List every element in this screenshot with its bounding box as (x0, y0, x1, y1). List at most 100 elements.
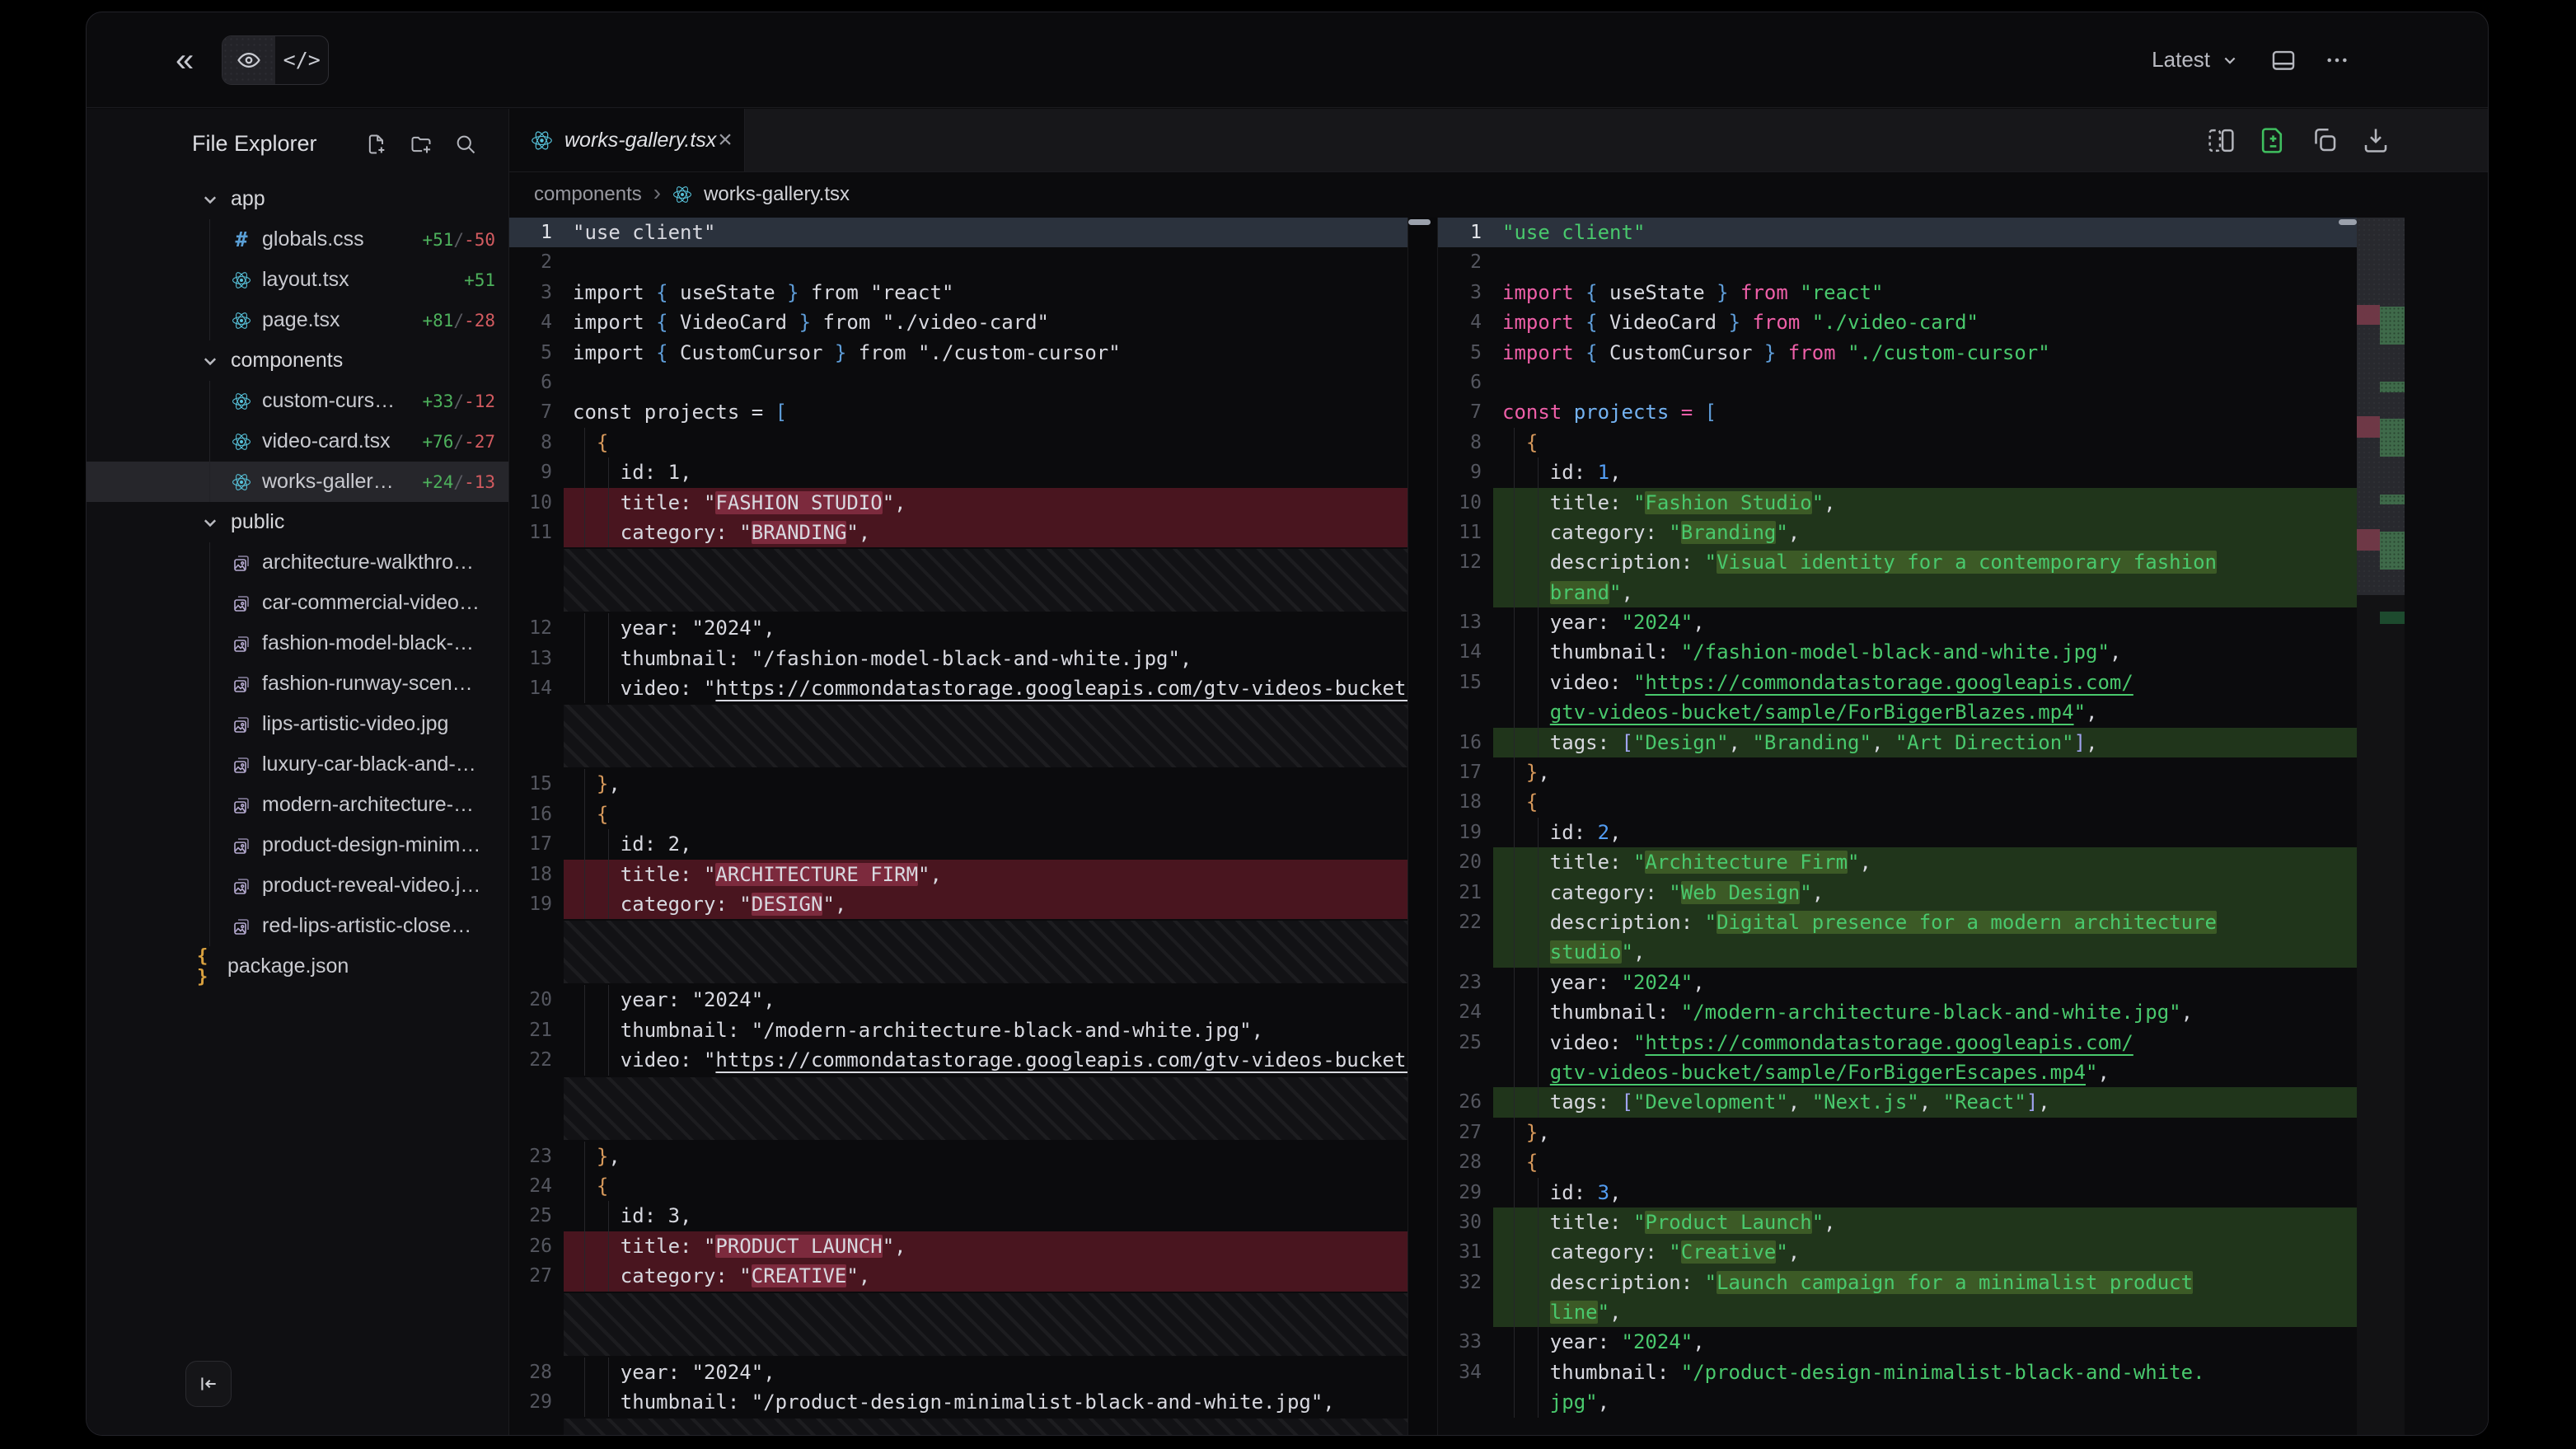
diff-pane-original[interactable]: 1"use client"2 3import { useState } from… (509, 218, 1407, 1435)
diff-filler (564, 1077, 1407, 1140)
file-item-works-galler[interactable]: works-galler…+24/-13 (87, 462, 508, 502)
braces-icon: { } (197, 957, 217, 977)
file-item-custom-curs[interactable]: custom-curs… +33/-12 (87, 381, 508, 421)
line-number (1438, 1387, 1493, 1417)
file-item-luxury-car-black-and-[interactable]: luxury-car-black-and-… (87, 744, 508, 785)
more-menu-button[interactable] (2324, 47, 2350, 73)
content-row: File Explorer app#globals.css+51/-50layo… (87, 109, 2488, 1435)
file-item-video-card.tsx[interactable]: video-card.tsx +76/-27 (87, 421, 508, 462)
editor-toolbar (2206, 109, 2488, 171)
folder-item-public[interactable]: public (87, 502, 508, 542)
tab-works-gallery[interactable]: works-gallery.tsx × (509, 109, 745, 171)
diff-stats: +51 (464, 270, 508, 290)
code-line: 23 year: "2024", (1438, 968, 2357, 997)
diff-view-button[interactable] (2258, 125, 2288, 156)
file-item-layout.tsx[interactable]: layout.tsx+51 (87, 260, 508, 300)
code-toggle-button[interactable]: </> (275, 36, 328, 84)
version-label: Latest (2152, 47, 2210, 73)
diff-stats: +33/-12 (422, 392, 508, 411)
diff-deletion-mark (2357, 416, 2380, 438)
chevron-right-icon: › (653, 181, 661, 204)
line-number: 12 (1438, 547, 1493, 577)
diff-overview-ruler[interactable] (2357, 218, 2405, 1435)
code-line: 6 (1438, 368, 2357, 397)
file-item-red-lips-artistic-close[interactable]: red-lips-artistic-close… (87, 906, 508, 946)
code-line: 22 description: "Digital presence for a … (1438, 907, 2357, 937)
code-line: 11 category: "BRANDING", (509, 518, 1407, 547)
image-icon (232, 553, 251, 573)
react-icon (232, 270, 251, 290)
close-tab-button[interactable]: × (716, 128, 734, 152)
line-number: 4 (509, 307, 564, 337)
file-item-car-commercial-video[interactable]: car-commercial-video… (87, 583, 508, 623)
split-view-button[interactable] (2206, 125, 2236, 156)
diff-pane-modified[interactable]: 1"use client"2 3import { useState } from… (1438, 218, 2357, 1435)
diff-addition-mark (2380, 532, 2405, 570)
file-item-modern-architecture-[interactable]: modern-architecture-… (87, 785, 508, 825)
line-number: 25 (1438, 1028, 1493, 1057)
breadcrumb-folder[interactable]: components (534, 183, 642, 206)
file-label: architecture-walkthro… (262, 551, 474, 574)
line-number: 8 (1438, 428, 1493, 457)
version-dropdown[interactable]: Latest (2147, 46, 2243, 73)
new-folder-button[interactable] (410, 133, 433, 156)
folder-item-components[interactable]: components (87, 340, 508, 381)
line-number: 2 (509, 247, 564, 277)
diff-stats: +76/-27 (422, 432, 508, 452)
panel-bottom-button[interactable] (2269, 46, 2297, 74)
line-number: 17 (509, 829, 564, 859)
line-number: 6 (1438, 368, 1493, 397)
code-line: 18 title: "ARCHITECTURE FIRM", (509, 860, 1407, 889)
line-number: 6 (509, 368, 564, 397)
line-number (1438, 937, 1493, 967)
line-number: 16 (1438, 728, 1493, 757)
pane-divider[interactable] (1407, 218, 1438, 1435)
preview-toggle-button[interactable] (222, 36, 275, 84)
file-item-page.tsx[interactable]: page.tsx+81/-28 (87, 300, 508, 340)
file-label: product-reveal-video.j… (262, 874, 480, 898)
line-number: 7 (509, 397, 564, 427)
line-number: 11 (1438, 518, 1493, 547)
folder-item-app[interactable]: app (87, 179, 508, 219)
file-label: product-design-minim… (262, 833, 480, 857)
image-icon (232, 593, 251, 613)
collapse-sidebar-button[interactable] (185, 1361, 232, 1407)
file-label: video-card.tsx (262, 429, 391, 453)
file-item-fashion-runway-scen[interactable]: fashion-runway-scen… (87, 664, 508, 704)
horizontal-scrollbar-left[interactable] (1408, 219, 1431, 225)
file-label: fashion-model-black-… (262, 631, 474, 655)
file-item-package.json[interactable]: { }package.json (87, 946, 508, 987)
new-file-button[interactable] (365, 133, 388, 156)
file-item-globals.css[interactable]: #globals.css+51/-50 (87, 219, 508, 260)
code-line: 3import { useState } from "react" (509, 278, 1407, 307)
search-files-button[interactable] (454, 133, 477, 156)
download-button[interactable] (2361, 125, 2391, 155)
file-item-product-design-minim[interactable]: product-design-minim… (87, 825, 508, 865)
image-icon (232, 755, 251, 775)
file-label: page.tsx (262, 308, 340, 332)
code-line: 4import { VideoCard } from "./video-card… (1438, 307, 2357, 337)
file-item-product-reveal-video.j[interactable]: product-reveal-video.j… (87, 865, 508, 906)
code-line: 8 { (509, 428, 1407, 457)
file-item-architecture-walkthro[interactable]: architecture-walkthro… (87, 542, 508, 583)
file-label: custom-curs… (262, 389, 395, 413)
code-line: 30 title: "Product Launch", (1438, 1208, 2357, 1237)
react-icon (672, 185, 692, 204)
diff-addition-mark (2380, 612, 2405, 624)
code-line: 19 id: 2, (1438, 818, 2357, 847)
react-icon (232, 392, 251, 411)
file-item-lips-artistic-video.jpg[interactable]: lips-artistic-video.jpg (87, 704, 508, 744)
line-number: 23 (1438, 968, 1493, 997)
code-line: 7const projects = [ (1438, 397, 2357, 427)
chevron-down-icon (200, 190, 220, 209)
line-number: 22 (1438, 907, 1493, 937)
preview-code-toggle: </> (222, 35, 329, 85)
copy-button[interactable] (2310, 125, 2339, 155)
horizontal-scrollbar-right[interactable] (2339, 219, 2357, 225)
line-number: 22 (509, 1045, 564, 1075)
collapse-panel-button[interactable]: « (176, 44, 194, 77)
file-item-fashion-model-black-[interactable]: fashion-model-black-… (87, 623, 508, 664)
line-number: 16 (509, 800, 564, 829)
line-number: 20 (1438, 847, 1493, 877)
close-icon: × (718, 126, 733, 153)
